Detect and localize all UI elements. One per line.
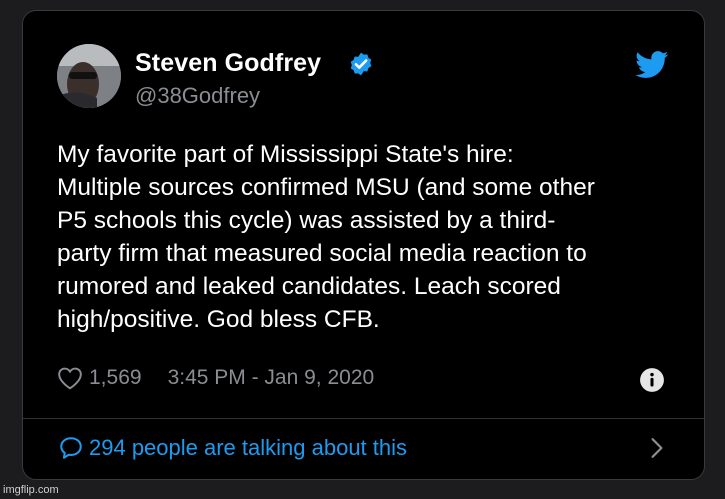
divider xyxy=(23,418,704,419)
tweet-line: Multiple sources confirmed MSU (and some… xyxy=(57,174,595,201)
tweet-line: high/positive. God bless CFB. xyxy=(57,306,380,333)
tweet-line: party firm that measured social media re… xyxy=(57,240,587,267)
tweet-line: rumored and leaked candidates. Leach sco… xyxy=(57,273,561,300)
tweet-card[interactable]: Steven Godfrey @38Godfrey My favorite pa… xyxy=(22,10,705,480)
twitter-bird-icon[interactable] xyxy=(635,51,669,79)
tweet-line: My favorite part of Mississippi State's … xyxy=(57,141,514,168)
like-count[interactable]: 1,569 xyxy=(89,366,142,390)
tweet-line: P5 schools this cycle) was assisted by a… xyxy=(57,207,556,234)
heart-icon[interactable] xyxy=(57,366,83,390)
info-icon[interactable] xyxy=(639,367,665,393)
chevron-right-icon[interactable] xyxy=(649,437,665,459)
chat-bubble-icon xyxy=(60,437,82,459)
conversation-text[interactable]: 294 people are talking about this xyxy=(89,435,407,461)
author-name[interactable]: Steven Godfrey xyxy=(135,49,321,78)
verified-badge-icon xyxy=(350,52,372,76)
author-handle[interactable]: @38Godfrey xyxy=(135,83,260,109)
tweet-meta: 1,569 3:45 PM - Jan 9, 2020 xyxy=(57,366,374,390)
conversation-link[interactable]: 294 people are talking about this xyxy=(57,435,407,461)
tweet-text: My favorite part of Mississippi State's … xyxy=(57,138,697,336)
timestamp[interactable]: 3:45 PM - Jan 9, 2020 xyxy=(168,366,375,390)
avatar[interactable] xyxy=(57,44,121,108)
watermark: imgflip.com xyxy=(3,484,59,496)
